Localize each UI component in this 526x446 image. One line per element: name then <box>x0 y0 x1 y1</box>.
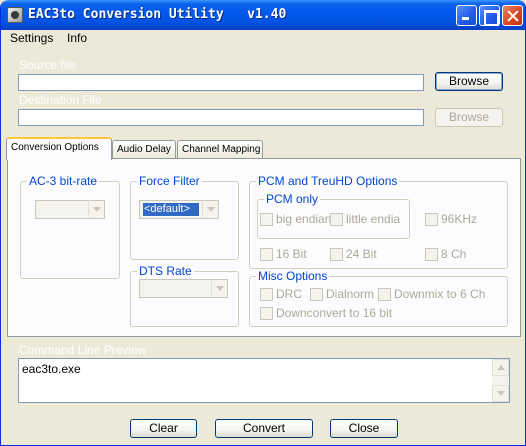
chevron-down-icon <box>202 202 217 217</box>
checkbox-box <box>260 287 273 301</box>
checkbox-box <box>425 212 438 226</box>
96khz-checkbox[interactable]: 96KHz <box>425 212 477 226</box>
96khz-label: 96KHz <box>441 212 478 226</box>
menu-bar: Settings Info <box>1 30 525 47</box>
force-filter-select[interactable]: <default> <box>139 200 219 219</box>
app-window: EAC3to Conversion Utility v1.40 Settings… <box>0 0 526 446</box>
dialnorm-label: Dialnorm <box>326 287 375 301</box>
downmix-label: Downmix to 6 Ch <box>394 287 486 301</box>
dialnorm-checkbox[interactable]: Dialnorm <box>310 287 374 301</box>
dts-rate-legend: DTS Rate <box>139 264 192 278</box>
minimize-icon <box>457 6 476 25</box>
little-endian-checkbox[interactable]: little endia <box>330 212 400 226</box>
downconvert-label: Downconvert to 16 bit <box>276 306 393 320</box>
close-icon <box>503 6 522 25</box>
24-bit-label: 24 Bit <box>346 247 377 261</box>
big-endian-checkbox[interactable]: big endian <box>260 212 331 226</box>
downmix-checkbox[interactable]: Downmix to 6 Ch <box>378 287 485 301</box>
little-endian-label: little endia <box>346 212 401 226</box>
chevron-down-icon <box>211 281 226 296</box>
checkbox-box <box>330 247 343 261</box>
pcm-only-legend: PCM only <box>266 192 319 206</box>
chevron-down-icon <box>88 202 103 217</box>
command-preview-box[interactable]: eac3to.exe <box>18 358 510 403</box>
misc-options-legend: Misc Options <box>258 269 328 283</box>
checkbox-box <box>330 212 343 226</box>
drc-checkbox[interactable]: DRC <box>260 287 302 301</box>
8-ch-checkbox[interactable]: 8 Ch <box>425 247 466 261</box>
drc-label: DRC <box>276 287 302 301</box>
conversion-options-panel: AC-3 bit-rate Force Filter <default> DTS… <box>7 158 521 337</box>
big-endian-label: big endian <box>276 212 332 226</box>
destination-file-label: Destination File <box>19 93 102 107</box>
menu-info[interactable]: Info <box>67 31 87 45</box>
destination-browse-button[interactable]: Browse <box>435 108 503 127</box>
title-bar[interactable]: EAC3to Conversion Utility v1.40 <box>1 0 525 30</box>
ac3-bitrate-group: AC-3 bit-rate <box>20 174 120 279</box>
scroll-down-icon[interactable] <box>492 385 509 402</box>
force-filter-selected-value: <default> <box>143 203 199 216</box>
tab-audio-delay[interactable]: Audio Delay <box>112 140 176 159</box>
command-preview-label: Command Line Preview <box>19 343 147 357</box>
menu-settings[interactable]: Settings <box>10 31 53 45</box>
close-button[interactable]: Close <box>330 419 398 438</box>
16-bit-checkbox[interactable]: 16 Bit <box>260 247 307 261</box>
24-bit-checkbox[interactable]: 24 Bit <box>330 247 377 261</box>
dts-rate-select[interactable] <box>139 279 228 298</box>
close-window-button[interactable] <box>502 5 523 26</box>
destination-file-input[interactable] <box>18 109 424 126</box>
source-file-label: Source file <box>19 58 76 72</box>
force-filter-legend: Force Filter <box>139 174 200 188</box>
pcm-truehd-legend: PCM and TreuHD Options <box>258 174 398 188</box>
checkbox-box <box>260 212 273 226</box>
clear-button[interactable]: Clear <box>130 419 197 438</box>
convert-button[interactable]: Convert <box>215 419 313 438</box>
tab-conversion-options[interactable]: Conversion Options <box>6 137 112 160</box>
source-browse-button[interactable]: Browse <box>435 72 503 91</box>
checkbox-box <box>378 287 391 301</box>
scroll-up-icon[interactable] <box>492 359 509 376</box>
checkbox-box <box>260 306 273 320</box>
maximize-icon <box>480 6 499 26</box>
preview-scrollbar[interactable] <box>492 359 509 402</box>
ac3-bitrate-select[interactable] <box>35 200 105 219</box>
command-preview-text: eac3to.exe <box>22 362 81 376</box>
app-icon <box>7 7 23 23</box>
ac3-bitrate-legend: AC-3 bit-rate <box>29 174 98 188</box>
8-ch-label: 8 Ch <box>441 247 467 261</box>
minimize-button[interactable] <box>456 5 477 26</box>
checkbox-box <box>260 247 273 261</box>
checkbox-box <box>425 247 438 261</box>
source-file-input[interactable] <box>18 74 424 91</box>
downconvert-checkbox[interactable]: Downconvert to 16 bit <box>260 306 392 320</box>
tab-channel-mapping[interactable]: Channel Mapping <box>177 140 263 159</box>
checkbox-box <box>310 287 323 301</box>
16-bit-label: 16 Bit <box>276 247 307 261</box>
maximize-button[interactable] <box>479 5 500 26</box>
window-title: EAC3to Conversion Utility v1.40 <box>28 7 287 22</box>
